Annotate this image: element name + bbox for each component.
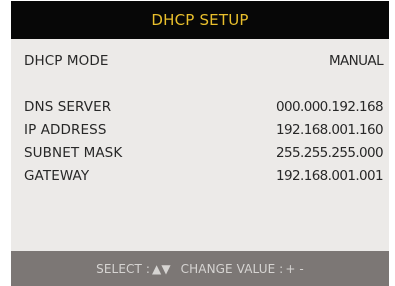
- setting-row-dhcp-mode[interactable]: DHCP MODE MANUAL: [24, 51, 384, 70]
- ip-address-label: IP ADDRESS: [24, 121, 107, 138]
- change-value-hint-label: CHANGE VALUE :: [180, 261, 284, 276]
- plus-minus-icon: + -: [285, 261, 304, 276]
- gateway-value[interactable]: 192.168.001.001: [276, 168, 384, 184]
- footer-help-bar: SELECT : ▲▼ CHANGE VALUE : + -: [11, 251, 389, 286]
- dns-server-value[interactable]: 000.000.192.168: [276, 99, 384, 115]
- up-down-arrows-icon: ▲▼: [152, 261, 171, 276]
- gateway-label: GATEWAY: [24, 167, 90, 184]
- select-hint-label: SELECT :: [96, 261, 150, 276]
- dhcp-mode-value[interactable]: MANUAL: [329, 53, 384, 69]
- title-bar: DHCP SETUP: [11, 1, 389, 39]
- subnet-mask-value[interactable]: 255.255.255.000: [276, 145, 384, 161]
- dhcp-setup-screen: DHCP SETUP DHCP MODE MANUAL DNS SERVER 0…: [0, 0, 395, 286]
- subnet-mask-label: SUBNET MASK: [24, 144, 123, 161]
- setting-row-subnet-mask[interactable]: SUBNET MASK 255.255.255.000: [24, 143, 384, 162]
- settings-panel: DHCP MODE MANUAL DNS SERVER 000.000.192.…: [11, 39, 389, 251]
- ip-address-value[interactable]: 192.168.001.160: [276, 122, 384, 138]
- page-title: DHCP SETUP: [151, 11, 249, 29]
- setting-row-gateway[interactable]: GATEWAY 192.168.001.001: [24, 166, 384, 185]
- dns-server-label: DNS SERVER: [24, 98, 112, 115]
- setting-row-dns-server[interactable]: DNS SERVER 000.000.192.168: [24, 97, 384, 116]
- dhcp-mode-label: DHCP MODE: [24, 52, 109, 69]
- setting-row-ip-address[interactable]: IP ADDRESS 192.168.001.160: [24, 120, 384, 139]
